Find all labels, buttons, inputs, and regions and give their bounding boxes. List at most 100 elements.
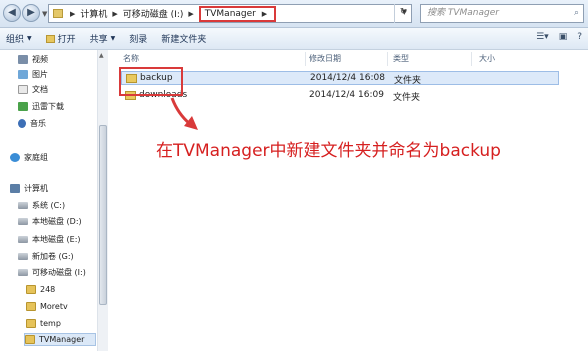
file-modified: 2014/12/4 16:09 [309, 90, 384, 100]
back-arrow-icon: ◀ [8, 7, 16, 18]
folder-icon [26, 319, 36, 328]
share-label: 共享 [89, 35, 108, 45]
new-folder-button[interactable]: 新建文件夹 [161, 32, 206, 45]
column-divider[interactable] [305, 52, 306, 66]
sidebar-item-pictures[interactable]: 图片 [18, 68, 48, 81]
chevron-right-icon: ▶ [261, 9, 268, 18]
search-input[interactable]: 搜索 TVManager ⌕ [420, 4, 584, 23]
sidebar-item-label: 系统 (C:) [32, 201, 66, 210]
sidebar-item-documents[interactable]: 文档 [18, 83, 48, 96]
column-header-type[interactable]: 类型 [393, 53, 409, 65]
file-modified: 2014/12/4 16:08 [310, 73, 385, 83]
open-folder-icon [45, 34, 55, 43]
search-placeholder: 搜索 TVManager [427, 8, 499, 18]
preview-pane-icon[interactable]: ▣ [559, 32, 568, 42]
sidebar-item-homegroup[interactable]: 家庭组 [10, 151, 48, 164]
sidebar-item-label: 计算机 [24, 184, 48, 193]
sidebar-item-label: 本地磁盘 (E:) [32, 235, 81, 244]
sidebar-item-label: temp [40, 319, 61, 328]
burn-label: 刻录 [129, 35, 148, 45]
sidebar-item-drive-d[interactable]: 本地磁盘 (D:) [18, 215, 82, 228]
removable-drive-icon [18, 269, 28, 276]
drive-icon [18, 236, 28, 243]
chevron-down-icon: ▼ [110, 35, 116, 42]
thunder-download-icon [18, 102, 28, 111]
homegroup-icon [10, 153, 20, 162]
crumb-removable-disk[interactable]: 可移动磁盘 (I:) [121, 7, 186, 20]
folder-icon [53, 9, 63, 18]
column-divider[interactable] [387, 52, 388, 66]
breadcrumb[interactable]: ▶ 计算机 ▶ 可移动磁盘 (I:) ▶ TVManager ▶ ▼ [48, 4, 412, 23]
file-type: 文件夹 [393, 93, 421, 103]
sidebar-item-drive-c[interactable]: 系统 (C:) [18, 199, 65, 212]
sidebar-item-label: 本地磁盘 (D:) [32, 217, 82, 226]
computer-icon [10, 184, 20, 193]
sidebar-item-folder-248[interactable]: 248 [26, 283, 55, 296]
open-button[interactable]: 打开 [45, 32, 76, 45]
crumb-computer[interactable]: 计算机 [78, 7, 109, 20]
drive-icon [18, 218, 28, 225]
file-type: 文件夹 [394, 76, 422, 86]
scroll-up-icon[interactable]: ▲ [99, 52, 104, 59]
sidebar-item-folder-temp[interactable]: temp [26, 317, 61, 330]
sidebar-item-folder-tvmanager[interactable]: TVManager [24, 333, 96, 346]
sidebar-item-folder-moretv[interactable]: Moretv [26, 300, 68, 313]
sidebar-item-music[interactable]: 音乐 [18, 117, 46, 130]
command-bar: 组织 ▼ 打开 共享 ▼ 刻录 新建文件夹 ☰▾ ▣ ? [0, 28, 588, 50]
pictures-icon [18, 70, 28, 79]
refresh-button[interactable]: ↻ [394, 4, 412, 23]
chevron-right-icon[interactable]: ▶ [67, 10, 78, 18]
column-divider[interactable] [471, 52, 472, 66]
annotation-caption: 在TVManager中新建文件夹并命名为backup [156, 141, 501, 161]
recent-pages-dropdown[interactable]: ▼ [42, 10, 47, 18]
sidebar-item-label: 家庭组 [24, 153, 48, 162]
sidebar-item-label: 248 [40, 285, 56, 294]
annotation-arrow [170, 97, 198, 130]
search-icon[interactable]: ⌕ [574, 5, 579, 22]
burn-button[interactable]: 刻录 [129, 32, 147, 45]
sidebar-item-computer[interactable]: 计算机 [10, 182, 48, 195]
sidebar-item-label: 迅雷下载 [32, 102, 64, 111]
folder-icon [26, 302, 36, 311]
table-row[interactable]: backup 2014/12/4 16:08 文件夹 [121, 71, 559, 86]
folder-icon [26, 285, 36, 294]
sidebar-item-label: TVManager [39, 335, 85, 344]
sidebar-item-label: 新加卷 (G:) [32, 252, 74, 261]
organize-label: 组织 [6, 35, 25, 45]
highlight-box [119, 67, 183, 96]
sidebar-item-videos[interactable]: 视频 [18, 53, 48, 66]
chevron-down-icon: ▼ [27, 35, 32, 42]
music-icon [18, 119, 26, 128]
sidebar-item-drive-e[interactable]: 本地磁盘 (E:) [18, 233, 81, 246]
sidebar-item-label: 音乐 [30, 119, 46, 128]
drive-icon [18, 253, 28, 260]
chevron-right-icon[interactable]: ▶ [185, 10, 196, 18]
column-header-size[interactable]: 大小 [479, 53, 495, 65]
scrollbar-thumb[interactable] [99, 125, 107, 305]
folder-icon [25, 335, 35, 344]
sidebar-item-thunder-download[interactable]: 迅雷下载 [18, 100, 64, 113]
organize-button[interactable]: 组织 ▼ [6, 32, 32, 45]
video-icon [18, 55, 28, 64]
crumb-tvmanager[interactable]: TVManager ▶ [198, 5, 277, 22]
sidebar-item-drive-g[interactable]: 新加卷 (G:) [18, 250, 74, 263]
forward-button[interactable]: ▶ [22, 4, 40, 22]
chevron-right-icon[interactable]: ▶ [109, 10, 120, 18]
address-bar-area: ◀ ▶ ▼ ▶ 计算机 ▶ 可移动磁盘 (I:) ▶ TVManager ▶ ▼… [0, 0, 588, 28]
view-options-icon[interactable]: ☰▾ [536, 32, 549, 42]
column-header-name[interactable]: 名称 [123, 53, 139, 65]
sidebar-item-label: 视频 [32, 55, 48, 64]
navigation-scrollbar[interactable]: ▲ [97, 50, 108, 351]
documents-icon [18, 85, 28, 94]
drive-icon [18, 202, 28, 209]
help-icon[interactable]: ? [577, 32, 582, 42]
share-button[interactable]: 共享 ▼ [90, 32, 116, 45]
sidebar-item-label: 文档 [32, 85, 48, 94]
navigation-pane: 视频 图片 文档 迅雷下载 音乐 家庭组 计算机 系统 (C:) 本地磁盘 (D… [0, 50, 108, 351]
sidebar-item-label: 图片 [32, 70, 48, 79]
back-button[interactable]: ◀ [3, 4, 21, 22]
sidebar-item-label: 可移动磁盘 (I:) [32, 268, 86, 277]
sidebar-item-drive-i[interactable]: 可移动磁盘 (I:) [18, 266, 86, 279]
new-folder-label: 新建文件夹 [161, 35, 207, 45]
column-header-modified[interactable]: 修改日期 [309, 53, 341, 65]
